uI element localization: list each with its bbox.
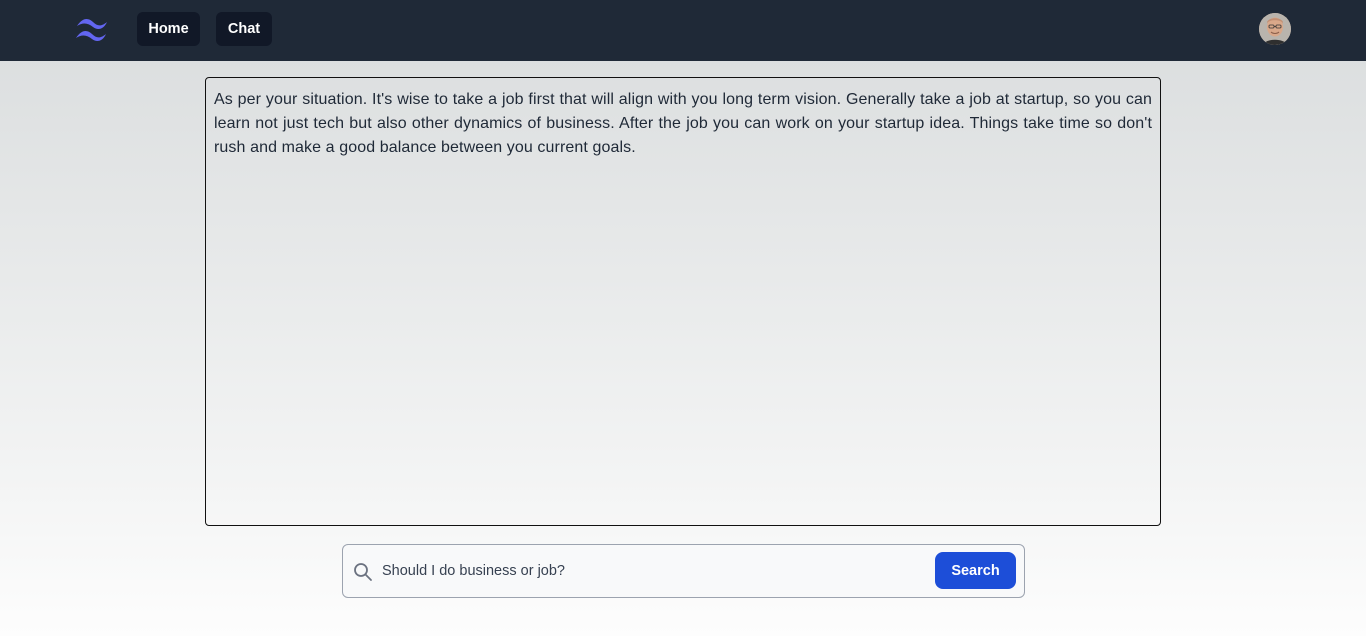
user-avatar-icon — [1259, 13, 1291, 45]
nav-chat-button[interactable]: Chat — [216, 12, 272, 46]
search-button[interactable]: Search — [935, 552, 1016, 589]
top-navbar: Home Chat — [0, 0, 1366, 61]
response-text: As per your situation. It's wise to take… — [214, 91, 1152, 156]
logo-icon[interactable] — [74, 16, 114, 42]
search-input[interactable] — [382, 553, 922, 589]
response-panel: As per your situation. It's wise to take… — [205, 77, 1161, 526]
search-bar: Search — [342, 544, 1025, 598]
search-icon — [354, 563, 372, 581]
avatar[interactable] — [1259, 13, 1291, 45]
nav-home-button[interactable]: Home — [137, 12, 200, 46]
